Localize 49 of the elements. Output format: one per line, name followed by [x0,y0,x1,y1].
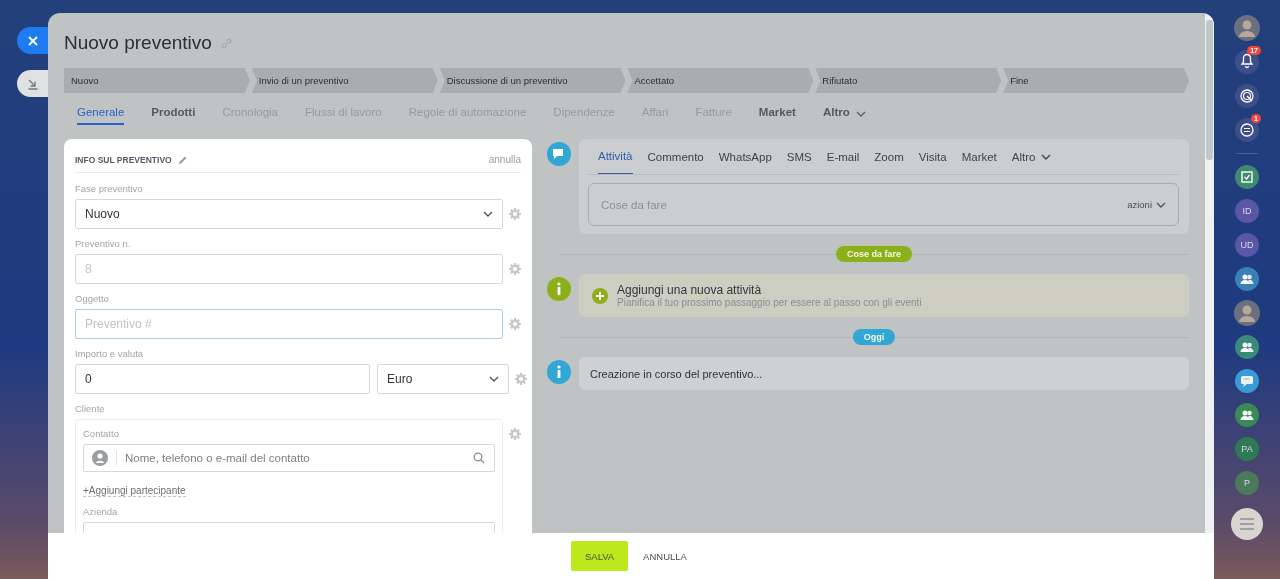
field-label: Oggetto [75,293,110,306]
tab[interactable]: Altro [1011,139,1052,174]
field-label: Cliente [75,403,106,416]
activity-subtitle: Pianifica il tuo prossimo passaggio per essere al passo con gli eventi [617,297,922,308]
actions-dropdown[interactable]: azioni [1127,199,1166,210]
currency-select[interactable]: Euro [377,364,509,394]
select-field[interactable]: Nuovo [75,199,503,229]
field-label: Azienda [83,506,119,519]
section-badge: Oggi [852,329,896,345]
stage-step[interactable]: Rifiutato [815,68,1002,93]
section-badge: Cose da fare [836,246,912,262]
stage-step[interactable]: Invio di un preventivo [251,68,438,93]
input-field[interactable]: Preventivo # [75,309,503,339]
user-avatar[interactable]: PA [1235,437,1259,461]
section-title: INFO SUL PREVENTIVO [75,154,172,165]
new-activity-card[interactable]: Aggiungi una nuova attività Pianifica il tuo prossimo passaggio per essere al passo con gli eventi [579,274,1189,317]
tab[interactable]: Altro [822,106,866,125]
page-title: Nuovo preventivo [64,32,212,54]
tab[interactable]: Prodotti [151,106,196,125]
stage-step[interactable]: Discussione di un preventivo [439,68,626,93]
event-text: Creazione in corso del preventivo... [590,367,763,380]
stage-step[interactable]: Accettato [627,68,814,93]
tab[interactable]: E-mail [826,139,860,174]
stage-step[interactable]: Nuovo [64,68,250,93]
tab[interactable]: Market [961,139,997,174]
tab[interactable]: SMS [786,139,812,174]
tab[interactable]: Commento [647,139,704,174]
field-label: Importo e valuta [75,348,145,361]
tab[interactable]: Market [758,106,796,125]
tab[interactable]: Generale [77,106,125,125]
field-label: Contatto [83,428,120,441]
tab[interactable]: Attività [598,139,633,174]
user-avatar[interactable]: UD [1235,233,1259,257]
tab[interactable]: WhatsApp [718,139,772,174]
contact-search-field[interactable]: Nome, telefono o e-mail del contatto [83,444,495,472]
user-avatar[interactable]: ID [1235,199,1259,223]
add-participant-link[interactable]: +Aggiungi partecipante [83,485,186,497]
user-avatar[interactable]: P [1235,471,1259,495]
activity-title: Aggiungi una nuova attività [617,283,763,297]
todo-input-field[interactable]: Cose da fare azioni [588,183,1179,226]
field-label: Fase preventivo [75,183,144,196]
input-field[interactable]: 8 [75,254,503,284]
amount-field[interactable]: 0 [75,364,370,394]
tab[interactable]: Zoom [874,139,904,174]
save-button[interactable]: SALVA [571,541,629,571]
cancel-button[interactable]: ANNULLA [639,550,691,562]
field-label: Preventivo n. [75,238,132,251]
tab[interactable]: Visita [918,139,947,174]
stage-step[interactable]: Fine [1003,68,1189,93]
